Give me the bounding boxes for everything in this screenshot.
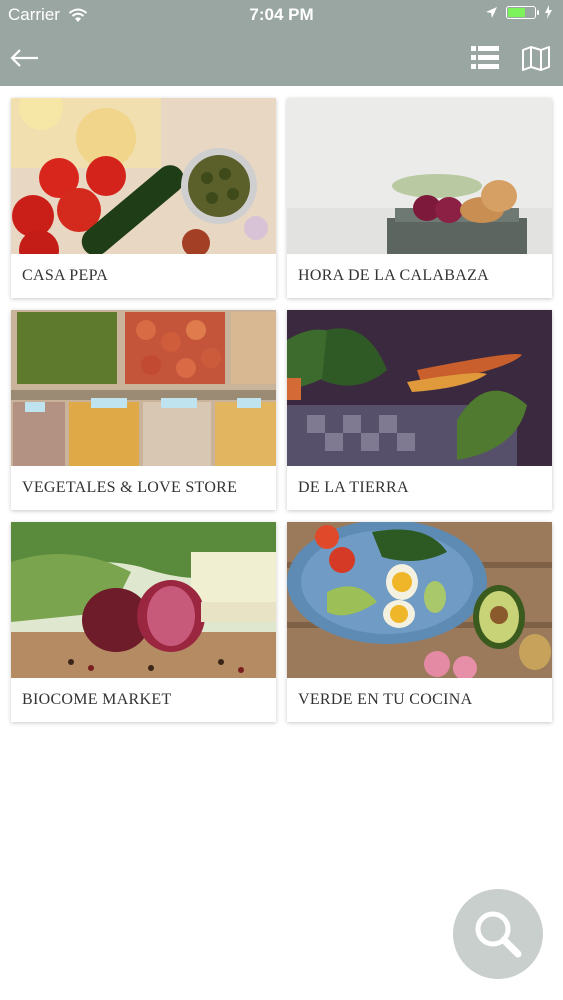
store-photo (287, 310, 552, 466)
store-name: CASA PEPA (22, 267, 109, 284)
store-name: VERDE EN TU COCINA (298, 691, 473, 708)
map-view-button[interactable] (520, 43, 552, 73)
map-icon (522, 46, 550, 71)
store-photo (11, 310, 276, 466)
store-grid: CASA PEPA HORA DE LA CALABAZA VEGETALES … (11, 98, 552, 722)
search-fab-button[interactable] (453, 889, 543, 979)
store-card[interactable]: HORA DE LA CALABAZA (287, 98, 552, 298)
battery-icon (506, 5, 539, 19)
store-card[interactable]: VERDE EN TU COCINA (287, 522, 552, 722)
status-bar: Carrier 7:04 PM (0, 0, 563, 30)
list-view-icon (471, 46, 499, 69)
store-card[interactable]: CASA PEPA (11, 98, 276, 298)
store-photo (11, 98, 276, 254)
list-view-button[interactable] (469, 43, 501, 73)
navigation-bar (0, 30, 563, 86)
status-right (485, 5, 553, 19)
store-name: VEGETALES & LOVE STORE (22, 479, 238, 496)
store-name: HORA DE LA CALABAZA (298, 267, 490, 284)
store-card[interactable]: DE LA TIERRA (287, 310, 552, 510)
store-card[interactable]: VEGETALES & LOVE STORE (11, 310, 276, 510)
charging-bolt-icon (545, 5, 552, 19)
search-icon (475, 911, 522, 958)
store-name: DE LA TIERRA (298, 479, 409, 496)
store-photo (287, 522, 552, 678)
store-photo (287, 98, 552, 254)
store-name: BIOCOME MARKET (22, 691, 172, 708)
status-time: 7:04 PM (249, 5, 314, 24)
arrow-left-icon (10, 49, 38, 67)
store-card[interactable]: BIOCOME MARKET (11, 522, 276, 722)
store-photo (11, 522, 276, 678)
back-button[interactable] (8, 42, 42, 74)
location-arrow-icon (486, 6, 497, 18)
